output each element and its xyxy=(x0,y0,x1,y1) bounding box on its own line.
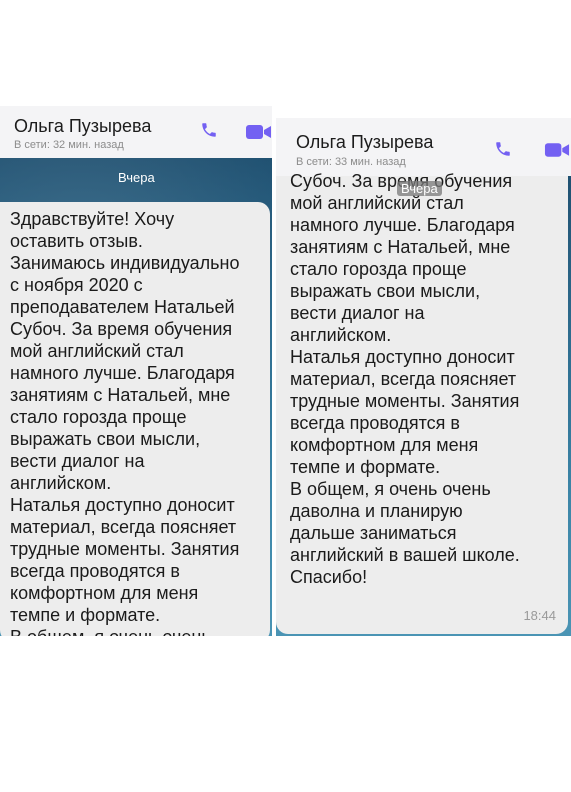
message-line: выражать свои мысли, xyxy=(290,281,481,301)
message-line: даволна и планирую xyxy=(290,501,463,521)
date-chip: Вчера xyxy=(397,181,442,196)
message-bubble[interactable]: Субоч. За время обучения мой английский … xyxy=(276,171,568,634)
message-line: темпе и формате. xyxy=(10,605,161,625)
message-line: занятиям с Натальей, мне xyxy=(290,237,511,257)
message-line: занятиям с Натальей, мне xyxy=(10,385,231,405)
message-line: Здравствуйте! Хочу xyxy=(10,209,175,229)
message-line: материал, всегда поясняет xyxy=(10,517,237,537)
contact-name[interactable]: Ольга Пузырева xyxy=(296,132,433,153)
message-line: комфортном для меня xyxy=(10,583,199,603)
chat-header: Ольга Пузырева В сети: 32 мин. назад xyxy=(0,106,272,158)
message-bubble[interactable]: Здравствуйте! Хочу оставить отзыв. Заним… xyxy=(0,202,270,636)
message-line: вести диалог на xyxy=(290,303,425,323)
phone-icon[interactable] xyxy=(200,121,218,144)
message-line: темпе и формате. xyxy=(290,457,441,477)
message-line: с ноября 2020 с xyxy=(10,275,143,295)
message-line: стало горозда проще xyxy=(290,259,467,279)
message-line: трудные моменты. Занятия xyxy=(10,539,240,559)
message-line: английском. xyxy=(10,473,112,493)
message-line: мой английский стал xyxy=(10,341,184,361)
message-line: стало горозда проще xyxy=(10,407,187,427)
message-line: Субоч. За время обучения xyxy=(10,319,233,339)
phone-icon[interactable] xyxy=(494,140,512,163)
contact-name[interactable]: Ольга Пузырева xyxy=(14,116,151,137)
message-line: намного лучше. Благодаря xyxy=(290,215,515,235)
message-line: Наталья доступно доносит xyxy=(290,347,515,367)
message-line: английском. xyxy=(290,325,392,345)
left-screenshot: Ольга Пузырева В сети: 32 мин. назад Вче… xyxy=(0,106,272,636)
message-line: оставить отзыв. xyxy=(10,231,143,251)
message-line: всегда проводятся в xyxy=(10,561,180,581)
chat-header: Ольга Пузырева В сети: 33 мин. назад xyxy=(276,118,571,176)
message-line: трудные моменты. Занятия xyxy=(290,391,520,411)
video-call-icon[interactable] xyxy=(245,122,272,147)
message-line: дальше заниматься xyxy=(290,523,457,543)
message-line: В общем, я очень очень xyxy=(290,479,491,499)
message-line: преподавателем Натальей xyxy=(10,297,235,317)
video-call-icon[interactable] xyxy=(544,140,571,165)
message-time: 18:44 xyxy=(523,608,556,623)
message-line: выражать свои мысли, xyxy=(10,429,201,449)
message-line: комфортном для меня xyxy=(290,435,479,455)
date-chip: Вчера xyxy=(118,170,155,185)
message-line: английский в вашей школе. xyxy=(290,545,520,565)
message-line: вести диалог на xyxy=(10,451,145,471)
message-line: всегда проводятся в xyxy=(290,413,460,433)
message-line: Занимаюсь индивидуально xyxy=(10,253,240,273)
message-line: Наталья доступно доносит xyxy=(10,495,235,515)
contact-status: В сети: 33 мин. назад xyxy=(296,156,406,168)
message-line: намного лучше. Благодаря xyxy=(10,363,235,383)
message-line: материал, всегда поясняет xyxy=(290,369,517,389)
message-line: В общем, я очень очень xyxy=(10,626,211,636)
contact-status: В сети: 32 мин. назад xyxy=(14,139,124,151)
message-line: Спасибо! xyxy=(290,567,368,587)
right-screenshot: Ольга Пузырева В сети: 33 мин. назад Суб… xyxy=(276,118,571,636)
